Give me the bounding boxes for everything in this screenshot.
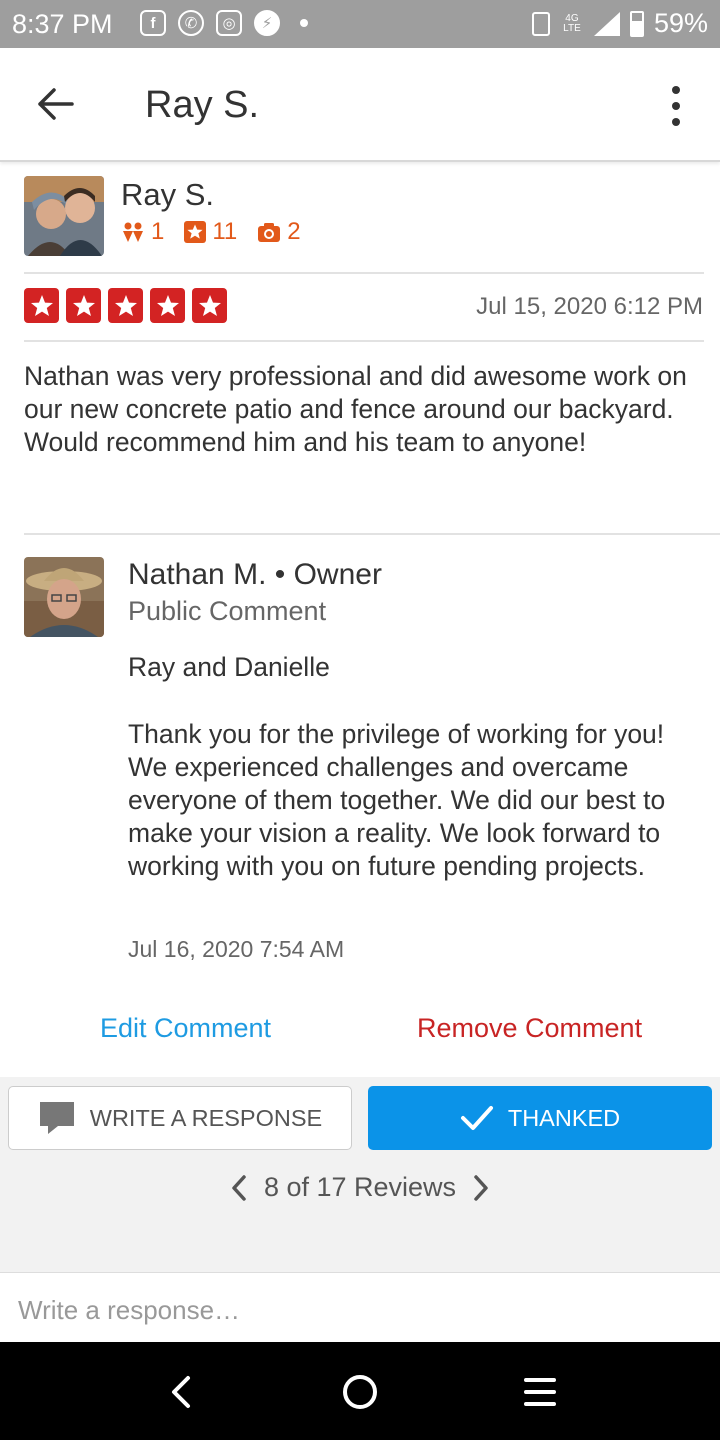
friends-count: 1: [151, 218, 165, 245]
divider: [24, 340, 704, 342]
friends-icon: [123, 222, 143, 242]
divider: [24, 272, 704, 274]
signal-icon: [593, 11, 620, 36]
photos-count: 2: [287, 218, 301, 245]
star-icon: [24, 288, 59, 323]
reviewer-avatar[interactable]: [24, 176, 104, 256]
nav-back-icon[interactable]: [160, 1370, 204, 1414]
reviews-count: 11: [212, 218, 238, 245]
write-response-button[interactable]: WRITE A RESPONSE: [8, 1086, 352, 1150]
app-bar: Ray S.: [0, 48, 720, 162]
system-nav-bar: [0, 1342, 720, 1440]
photos-stat: 2: [257, 218, 301, 246]
review-text: Nathan was very professional and did awe…: [24, 361, 687, 457]
reviews-stat: 11: [184, 218, 237, 246]
notification-icons: f ✆ ◎ ⚡: [140, 10, 308, 36]
status-bar: 8:37 PM f ✆ ◎ ⚡ 4G LTE 59%: [0, 0, 720, 48]
write-response-label: WRITE A RESPONSE: [89, 1104, 323, 1131]
more-notifications-icon: [300, 19, 308, 27]
camera-icon: [258, 223, 281, 242]
nav-menu-icon[interactable]: [518, 1370, 562, 1414]
thanked-button[interactable]: THANKED: [368, 1086, 712, 1150]
instagram-icon: ◎: [216, 10, 242, 36]
review-star-icon: [184, 221, 207, 243]
divider: [24, 533, 720, 535]
star-icon: [108, 288, 143, 323]
battery-percent: 59%: [653, 8, 708, 38]
star-icon: [150, 288, 185, 323]
page-title: Ray S.: [145, 84, 260, 126]
edit-comment-link[interactable]: Edit Comment: [100, 1013, 271, 1044]
comment-date: Jul 16, 2020 7:54 AM: [128, 936, 345, 962]
whatsapp-icon: ✆: [178, 10, 204, 36]
network-type-icon: 4G LTE: [563, 12, 581, 34]
thanked-label: THANKED: [507, 1104, 621, 1131]
checkmark-icon: [460, 1106, 493, 1130]
remove-comment-link[interactable]: Remove Comment: [417, 1013, 642, 1044]
review-pager: 8 of 17 Reviews: [0, 1172, 720, 1203]
response-input[interactable]: [16, 1287, 700, 1333]
response-input-area: [0, 1272, 720, 1343]
chevron-right-icon[interactable]: [470, 1173, 492, 1203]
owner-avatar[interactable]: [24, 557, 104, 637]
nav-home-icon[interactable]: [338, 1370, 382, 1414]
vibrate-icon: [531, 11, 550, 36]
back-arrow-icon[interactable]: [34, 84, 78, 124]
messenger-icon: ⚡: [254, 10, 280, 36]
more-options-icon[interactable]: [664, 86, 688, 126]
friends-stat: 1: [121, 218, 164, 246]
comment-type: Public Comment: [128, 596, 327, 626]
comment-body: Thank you for the privilege of working f…: [128, 719, 666, 881]
battery-icon: [629, 10, 644, 37]
review-date: Jul 15, 2020 6:12 PM: [476, 293, 703, 320]
status-time: 8:37 PM: [12, 9, 113, 39]
star-icon: [192, 288, 227, 323]
chat-bubble-icon: [39, 1102, 74, 1134]
reviewer-name[interactable]: Ray S.: [121, 177, 214, 213]
comment-greeting: Ray and Danielle: [128, 652, 330, 682]
owner-name: Nathan M. • Owner: [128, 558, 382, 591]
pager-label: 8 of 17 Reviews: [263, 1172, 457, 1202]
facebook-icon: f: [140, 10, 166, 36]
chevron-left-icon[interactable]: [228, 1173, 250, 1203]
star-rating: [24, 288, 227, 323]
reviewer-stats: 1 11 2: [121, 218, 301, 246]
star-icon: [66, 288, 101, 323]
